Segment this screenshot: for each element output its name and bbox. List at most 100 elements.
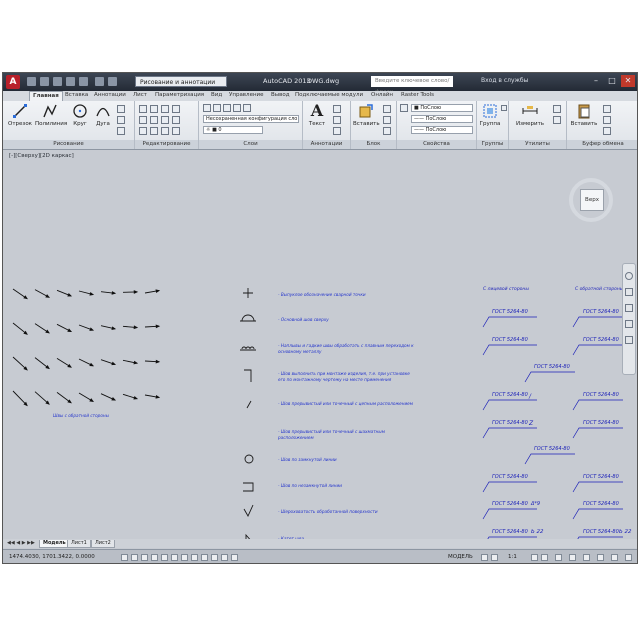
current-layer-select[interactable]: ☼ ■ 0 bbox=[203, 126, 263, 134]
layer-properties-icon[interactable] bbox=[203, 104, 211, 112]
edit-block-icon[interactable] bbox=[383, 116, 391, 124]
lineweight-select[interactable]: —— ПоСлою bbox=[411, 126, 473, 134]
showmotion-icon[interactable] bbox=[625, 336, 633, 344]
layer-off-icon[interactable] bbox=[213, 104, 221, 112]
copy-clip-icon[interactable] bbox=[603, 116, 611, 124]
cut-icon[interactable] bbox=[603, 105, 611, 113]
annotation-visibility-icon[interactable] bbox=[531, 554, 538, 561]
tab-manage[interactable]: Управление bbox=[229, 92, 264, 98]
text-tool[interactable]: A Текст bbox=[306, 103, 328, 128]
signin-link[interactable]: Вход в службы bbox=[481, 77, 528, 84]
tab-sheet1[interactable]: Лист1 bbox=[67, 540, 91, 548]
quick-calc-icon[interactable] bbox=[553, 105, 561, 113]
search-input[interactable]: Введите ключевое слово/фразу bbox=[371, 76, 453, 95]
rotate-icon[interactable] bbox=[150, 105, 158, 113]
ellipse-icon[interactable] bbox=[117, 127, 125, 135]
drawing-canvas[interactable]: Y X [-][Сверху][2D каркас] Швы с обратно… bbox=[3, 149, 637, 541]
auto-scale-icon[interactable] bbox=[541, 554, 548, 561]
object-snap-icon[interactable] bbox=[161, 554, 168, 561]
select-all-icon[interactable] bbox=[553, 116, 561, 124]
block-attribute-icon[interactable] bbox=[383, 127, 391, 135]
model-space-toggle[interactable]: МОДЕЛЬ bbox=[448, 554, 473, 560]
undo-icon[interactable] bbox=[95, 77, 104, 86]
save-icon[interactable] bbox=[53, 77, 62, 86]
minimize-button[interactable]: – bbox=[589, 75, 603, 87]
clean-screen-icon[interactable] bbox=[625, 554, 632, 561]
linetype-select[interactable]: —— ПоСлою bbox=[411, 115, 473, 123]
annotation-scale-select[interactable]: 1:1 bbox=[508, 554, 517, 560]
save-as-icon[interactable] bbox=[66, 77, 75, 86]
tab-parametric[interactable]: Параметризация bbox=[155, 92, 204, 98]
copy-icon[interactable] bbox=[139, 116, 147, 124]
quick-view-drawings-icon[interactable] bbox=[491, 554, 498, 561]
quick-view-layouts-icon[interactable] bbox=[481, 554, 488, 561]
panel-title-modify[interactable]: Редактирование bbox=[135, 140, 198, 149]
panel-title-annotation[interactable]: Аннотации bbox=[303, 140, 350, 149]
tab-plugins[interactable]: Подключаемые модули bbox=[295, 92, 363, 98]
3d-osnap-icon[interactable] bbox=[171, 554, 178, 561]
workspace-switch-icon[interactable] bbox=[555, 554, 562, 561]
transparency-icon[interactable] bbox=[221, 554, 228, 561]
group-tool[interactable]: Группа bbox=[479, 103, 501, 127]
circle-tool[interactable]: Круг bbox=[69, 103, 91, 127]
tab-home[interactable]: Главная bbox=[29, 91, 63, 101]
grid-display-icon[interactable] bbox=[131, 554, 138, 561]
print-icon[interactable] bbox=[79, 77, 88, 86]
paste-tool[interactable]: Вставить bbox=[569, 103, 599, 127]
insert-block-tool[interactable]: Вставить bbox=[353, 103, 380, 127]
arc-tool[interactable]: Дуга bbox=[93, 103, 113, 127]
hatch-icon[interactable] bbox=[117, 116, 125, 124]
mirror-icon[interactable] bbox=[150, 116, 158, 124]
tab-online[interactable]: Онлайн bbox=[371, 92, 393, 98]
status-bar-menu-icon[interactable] bbox=[611, 554, 618, 561]
layer-lock-icon[interactable] bbox=[243, 104, 251, 112]
new-file-icon[interactable] bbox=[27, 77, 36, 86]
match-properties-icon[interactable] bbox=[400, 104, 408, 112]
tab-layout[interactable]: Лист bbox=[133, 92, 147, 98]
workspace-select[interactable]: Рисование и аннотации bbox=[135, 76, 227, 87]
panel-title-draw[interactable]: Рисование bbox=[3, 140, 134, 149]
polar-tracking-icon[interactable] bbox=[151, 554, 158, 561]
isolate-objects-icon[interactable] bbox=[597, 554, 604, 561]
tab-insert[interactable]: Вставка bbox=[65, 92, 88, 98]
dynamic-ucs-icon[interactable] bbox=[191, 554, 198, 561]
polyline-tool[interactable]: Полилиния bbox=[35, 103, 67, 127]
redo-icon[interactable] bbox=[108, 77, 117, 86]
viewport-controls-label[interactable]: [-][Сверху][2D каркас] bbox=[9, 153, 74, 159]
create-block-icon[interactable] bbox=[383, 105, 391, 113]
hardware-acceleration-icon[interactable] bbox=[583, 554, 590, 561]
copy-base-icon[interactable] bbox=[603, 127, 611, 135]
viewcube-top-face[interactable]: Верх bbox=[580, 189, 604, 211]
object-tracking-icon[interactable] bbox=[181, 554, 188, 561]
orbit-icon[interactable] bbox=[625, 320, 633, 328]
tab-nav-arrows-icon[interactable]: ◀◀ ◀ ▶ ▶▶ bbox=[7, 540, 35, 546]
lock-ui-icon[interactable] bbox=[569, 554, 576, 561]
panel-title-utilities[interactable]: Утилиты bbox=[509, 140, 566, 149]
tab-sheet2[interactable]: Лист2 bbox=[91, 540, 115, 548]
close-button[interactable]: ✕ bbox=[621, 75, 635, 87]
tab-annotate[interactable]: Аннотации bbox=[94, 92, 126, 98]
panel-title-layers[interactable]: Слои bbox=[199, 140, 302, 149]
maximize-button[interactable]: □ bbox=[605, 75, 619, 87]
tab-raster-tools[interactable]: Raster Tools bbox=[401, 92, 434, 98]
measure-tool[interactable]: Измерить bbox=[513, 103, 547, 127]
dimension-icon[interactable] bbox=[333, 105, 341, 113]
tab-output[interactable]: Вывод bbox=[271, 92, 290, 98]
erase-icon[interactable] bbox=[172, 105, 180, 113]
tab-view[interactable]: Вид bbox=[211, 92, 222, 98]
leader-icon[interactable] bbox=[333, 116, 341, 124]
panel-title-groups[interactable]: Группы bbox=[477, 140, 508, 149]
snap-mode-icon[interactable] bbox=[121, 554, 128, 561]
layer-state-select[interactable]: Несохраненная конфигурация сло bbox=[203, 115, 299, 123]
application-menu-button[interactable]: A bbox=[6, 75, 20, 89]
layer-freeze-icon[interactable] bbox=[233, 104, 241, 112]
tab-model[interactable]: Модель bbox=[39, 540, 70, 548]
fillet-icon[interactable] bbox=[161, 116, 169, 124]
quick-properties-icon[interactable] bbox=[231, 554, 238, 561]
rectangle-icon[interactable] bbox=[117, 105, 125, 113]
ortho-mode-icon[interactable] bbox=[141, 554, 148, 561]
steering-wheel-icon[interactable] bbox=[625, 272, 633, 280]
table-icon[interactable] bbox=[333, 127, 341, 135]
trim-icon[interactable] bbox=[161, 105, 169, 113]
navigation-bar[interactable] bbox=[622, 263, 636, 375]
